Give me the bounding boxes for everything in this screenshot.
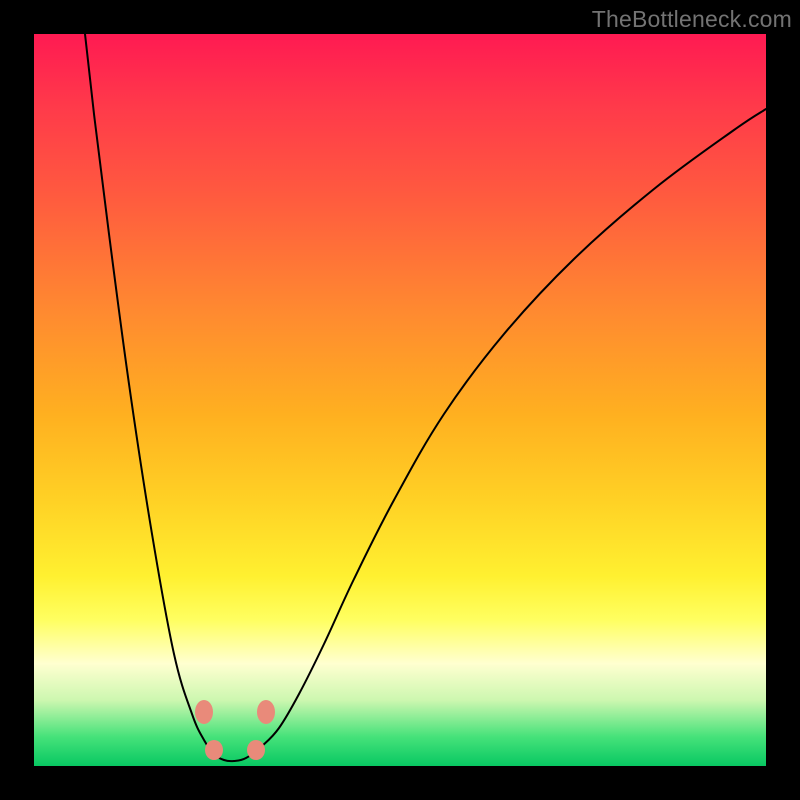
bottleneck-curve	[85, 34, 766, 761]
marker-point	[247, 740, 265, 760]
marker-point	[195, 700, 213, 724]
plot-area	[34, 34, 766, 766]
marker-point	[205, 740, 223, 760]
watermark-text: TheBottleneck.com	[592, 6, 792, 33]
chart-svg	[34, 34, 766, 766]
marker-point	[257, 700, 275, 724]
outer-frame: TheBottleneck.com	[0, 0, 800, 800]
marker-group	[195, 700, 275, 760]
